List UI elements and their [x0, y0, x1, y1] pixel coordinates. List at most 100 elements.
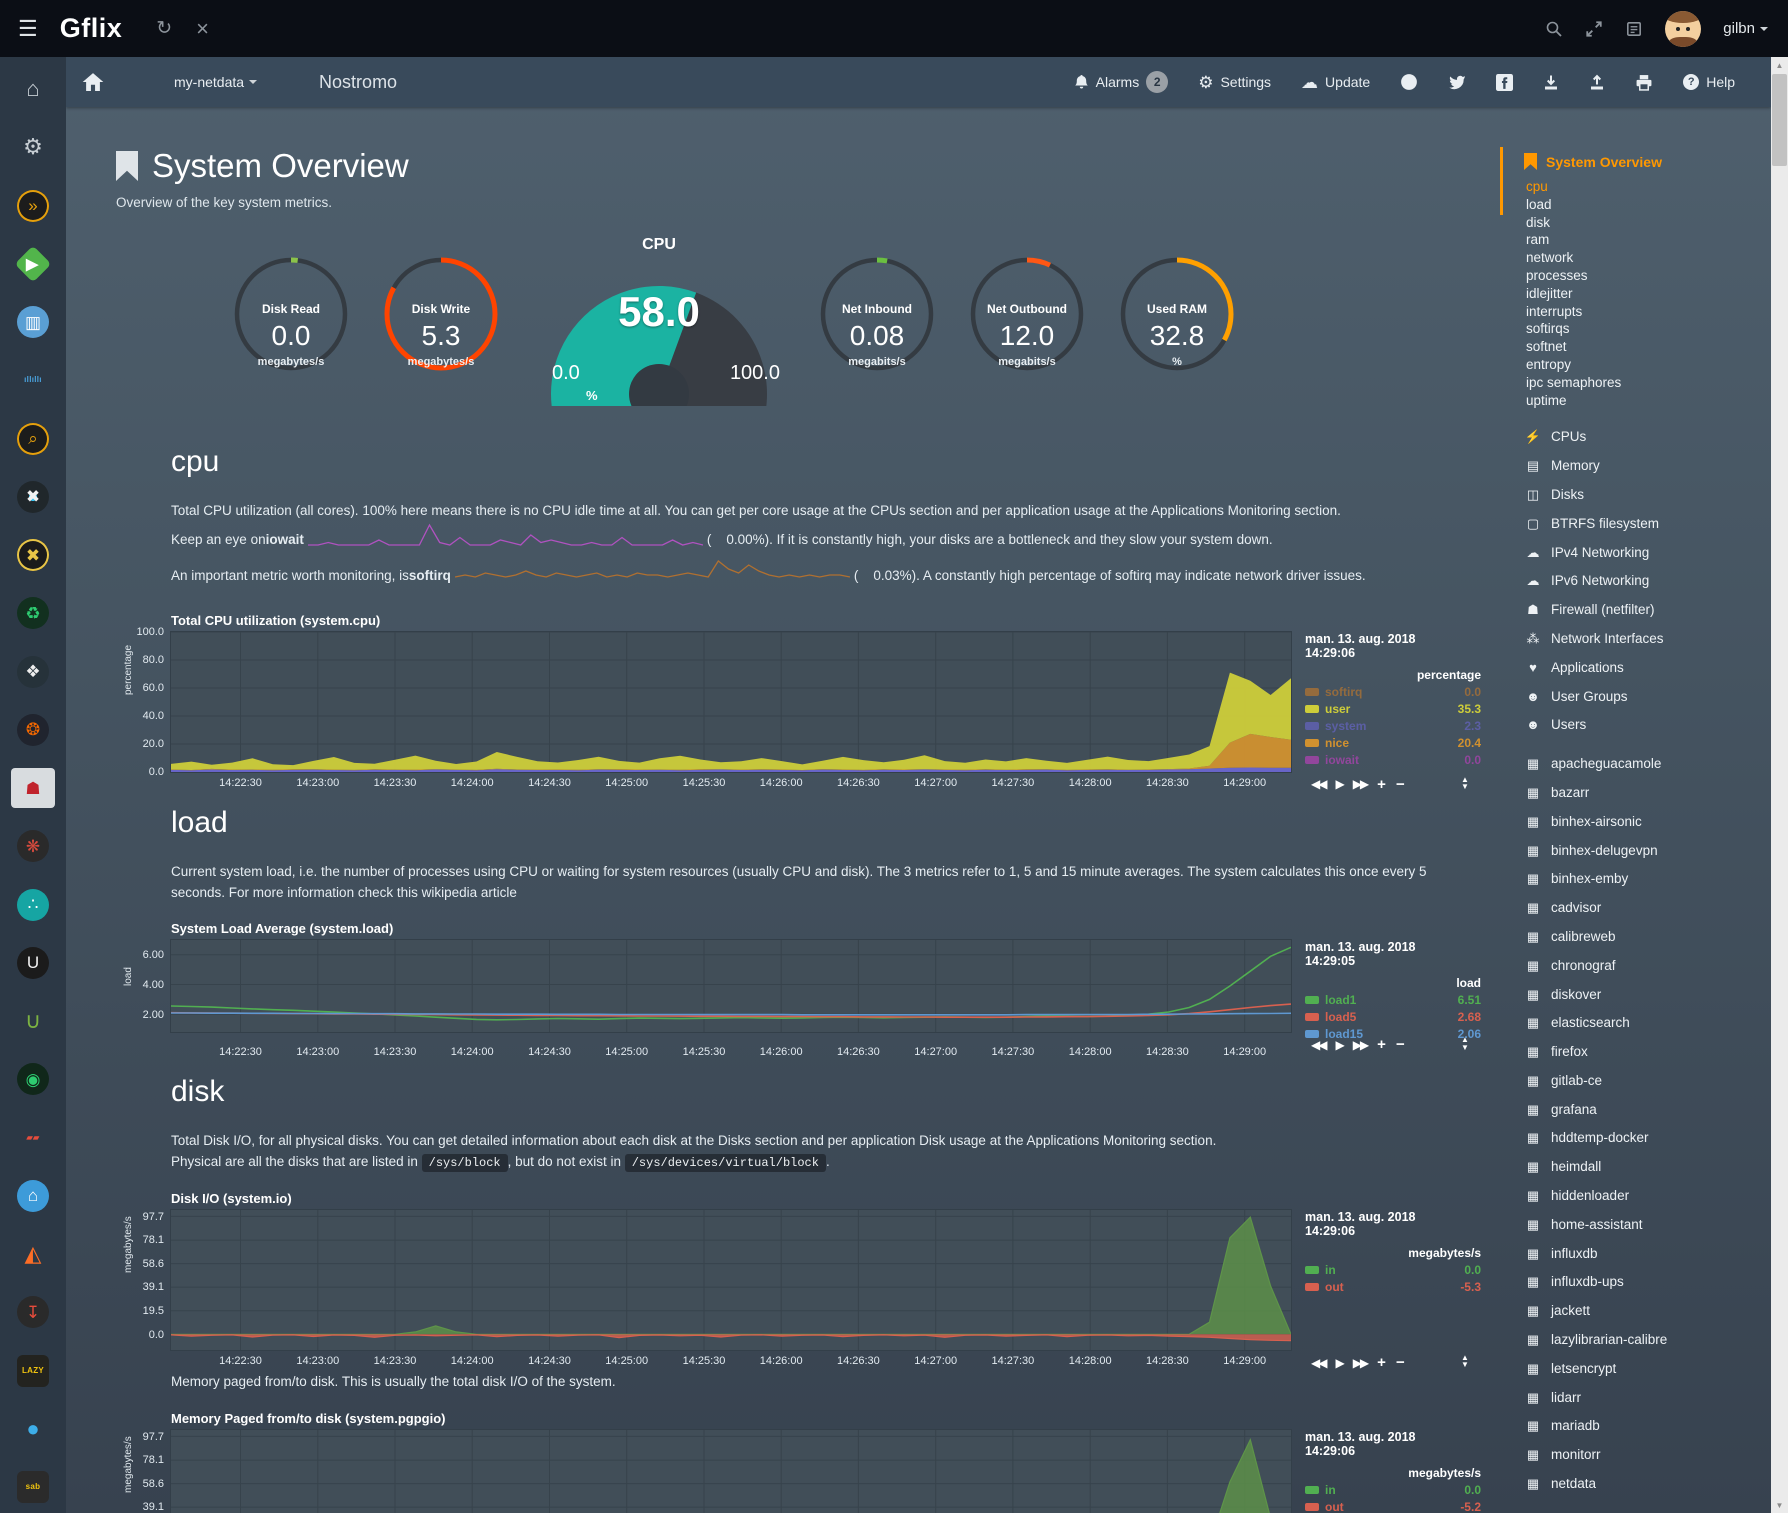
zoom-in-button[interactable]: + — [1377, 776, 1386, 793]
toc-section-ipv4-networking[interactable]: ☁IPv4 Networking — [1524, 539, 1771, 568]
toc-app-bazarr[interactable]: ▦bazarr — [1524, 779, 1771, 808]
toc-item-softirqs[interactable]: softirqs — [1526, 320, 1771, 338]
pan-left-button[interactable]: ◀◀ — [1311, 777, 1325, 791]
rail-app-chevron-icon[interactable]: » — [11, 186, 55, 226]
home-icon[interactable]: ⌂ — [11, 69, 55, 109]
toc-item-entropy[interactable]: entropy — [1526, 356, 1771, 374]
rail-app-play-diamond-icon[interactable]: ▶ — [11, 244, 55, 284]
toc-app-firefox[interactable]: ▦firefox — [1524, 1038, 1771, 1067]
legend-row-out[interactable]: out -5.3 — [1305, 1280, 1481, 1294]
legend-row-iowait[interactable]: iowait 0.0 — [1305, 753, 1481, 767]
gauge-cpu[interactable]: CPU 58.0 0.0 100.0 % — [534, 236, 784, 411]
toc-item-softnet[interactable]: softnet — [1526, 338, 1771, 356]
toc-app-apacheguacamole[interactable]: ▦apacheguacamole — [1524, 750, 1771, 779]
gauge-net-inbound[interactable]: Net Inbound 0.08 megabits/s — [802, 244, 952, 404]
zoom-in-button[interactable]: + — [1377, 1354, 1386, 1371]
toc-app-diskover[interactable]: ▦diskover — [1524, 981, 1771, 1010]
update-button[interactable]: ☁ Update — [1301, 74, 1370, 91]
toc-app-monitorr[interactable]: ▦monitorr — [1524, 1441, 1771, 1470]
settings-gear-icon[interactable]: ⚙ — [11, 127, 55, 167]
chart-plot-area[interactable] — [171, 1430, 1291, 1513]
toc-section-applications[interactable]: ♥Applications — [1524, 654, 1771, 683]
play-button[interactable]: ▶ — [1335, 1038, 1342, 1052]
rail-app-nodes-icon[interactable]: ❖ — [11, 652, 55, 692]
toc-app-binhex-delugevpn[interactable]: ▦binhex-delugevpn — [1524, 837, 1771, 866]
settings-button[interactable]: ⚙ Settings — [1198, 74, 1271, 91]
toc-item-idlejitter[interactable]: idlejitter — [1526, 285, 1771, 303]
refresh-icon[interactable]: ↻ — [156, 17, 172, 40]
toc-app-hddtemp-docker[interactable]: ▦hddtemp-docker — [1524, 1124, 1771, 1153]
rail-app-blue-house-icon[interactable]: ⌂ — [11, 1176, 55, 1216]
search-icon[interactable] — [1545, 20, 1563, 38]
rail-app-u-green-icon[interactable]: ∪ — [11, 1001, 55, 1041]
toc-header[interactable]: System Overview — [1524, 153, 1771, 170]
toc-app-grafana[interactable]: ▦grafana — [1524, 1096, 1771, 1125]
facebook-icon[interactable] — [1496, 74, 1513, 91]
legend-row-in[interactable]: in 0.0 — [1305, 1263, 1481, 1277]
toc-section-firewall-netfilter-[interactable]: ☗Firewall (netfilter) — [1524, 596, 1771, 625]
hamburger-menu-icon[interactable]: ☰ — [18, 16, 38, 42]
close-icon[interactable]: × — [196, 16, 209, 42]
toc-item-network[interactable]: network — [1526, 249, 1771, 267]
chart-resize-handle[interactable]: ▲▼ — [1461, 1036, 1469, 1050]
toc-item-uptime[interactable]: uptime — [1526, 392, 1771, 410]
toc-app-chronograf[interactable]: ▦chronograf — [1524, 952, 1771, 981]
rail-app-x-yellow-icon[interactable]: ✖ — [11, 535, 55, 575]
avatar[interactable] — [1665, 11, 1701, 47]
gauge-net-outbound[interactable]: Net Outbound 12.0 megabits/s — [952, 244, 1102, 404]
toc-app-influxdb-ups[interactable]: ▦influxdb-ups — [1524, 1268, 1771, 1297]
github-icon[interactable] — [1400, 73, 1418, 91]
rail-app-download-icon[interactable]: ↧ — [11, 1292, 55, 1332]
toc-item-disk[interactable]: disk — [1526, 214, 1771, 232]
toc-app-gitlab-ce[interactable]: ▦gitlab-ce — [1524, 1067, 1771, 1096]
user-menu[interactable]: gilbn — [1723, 20, 1768, 38]
gauge-disk-write[interactable]: Disk Write 5.3 megabytes/s — [366, 244, 516, 404]
fullscreen-icon[interactable] — [1585, 20, 1603, 38]
toc-app-mariadb[interactable]: ▦mariadb — [1524, 1412, 1771, 1441]
pan-left-button[interactable]: ◀◀ — [1311, 1038, 1325, 1052]
toc-section-network-interfaces[interactable]: ⁂Network Interfaces — [1524, 625, 1771, 654]
rail-app-x-white-icon[interactable]: ✖ — [11, 477, 55, 517]
server-dropdown[interactable]: my-netdata — [174, 74, 257, 90]
rail-app-shield-icon[interactable]: ☗ — [11, 768, 55, 808]
pan-right-button[interactable]: ▶▶ — [1353, 1356, 1367, 1370]
toc-app-letsencrypt[interactable]: ▦letsencrypt — [1524, 1355, 1771, 1384]
toc-app-lazylibrarian-calibre[interactable]: ▦lazylibrarian-calibre — [1524, 1326, 1771, 1355]
pan-left-button[interactable]: ◀◀ — [1311, 1356, 1325, 1370]
print-icon[interactable] — [1635, 74, 1653, 91]
pan-right-button[interactable]: ▶▶ — [1353, 1038, 1367, 1052]
download-icon[interactable] — [1543, 74, 1559, 91]
rail-app-fox-icon[interactable]: ◭ — [11, 1234, 55, 1274]
scrollbar-thumb[interactable] — [1772, 74, 1787, 166]
rail-app-green-circle-icon[interactable]: ◉ — [11, 1059, 55, 1099]
rail-app-grafana-icon[interactable]: ❂ — [11, 710, 55, 750]
play-button[interactable]: ▶ — [1335, 1356, 1342, 1370]
twitter-icon[interactable] — [1448, 74, 1466, 90]
gauge-disk-read[interactable]: Disk Read 0.0 megabytes/s — [216, 244, 366, 404]
chart-resize-handle[interactable]: ▲▼ — [1461, 776, 1469, 790]
toc-section-user-groups[interactable]: ☻User Groups — [1524, 683, 1771, 712]
chart-plot-area[interactable] — [171, 940, 1291, 1032]
zoom-out-button[interactable]: − — [1396, 776, 1405, 793]
toc-app-home-assistant[interactable]: ▦home-assistant — [1524, 1211, 1771, 1240]
toc-section-disks[interactable]: ◫Disks — [1524, 481, 1771, 510]
toc-app-cadvisor[interactable]: ▦cadvisor — [1524, 894, 1771, 923]
legend-row-out[interactable]: out -5.2 — [1305, 1500, 1481, 1513]
toc-app-elasticsearch[interactable]: ▦elasticsearch — [1524, 1009, 1771, 1038]
zoom-out-button[interactable]: − — [1396, 1354, 1405, 1371]
toc-app-binhex-emby[interactable]: ▦binhex-emby — [1524, 865, 1771, 894]
gauge-used-ram[interactable]: Used RAM 32.8 % — [1102, 244, 1252, 404]
toc-app-heimdall[interactable]: ▦heimdall — [1524, 1153, 1771, 1182]
toc-item-processes[interactable]: processes — [1526, 267, 1771, 285]
chart-plot-area[interactable] — [171, 1210, 1291, 1350]
rail-app-books-icon[interactable]: ▥ — [11, 302, 55, 342]
scroll-down-arrow[interactable]: ▼ — [1771, 1497, 1788, 1513]
home-icon[interactable] — [82, 72, 104, 92]
rail-app-magnifier-icon[interactable]: ⌕ — [11, 419, 55, 459]
legend-row-load5[interactable]: load5 2.68 — [1305, 1010, 1481, 1024]
vertical-scrollbar[interactable]: ▲ ▼ — [1771, 57, 1788, 1513]
toc-item-load[interactable]: load — [1526, 196, 1771, 214]
upload-icon[interactable] — [1589, 74, 1605, 91]
toc-section-cpus[interactable]: ⚡CPUs — [1524, 423, 1771, 452]
legend-row-softirq[interactable]: softirq 0.0 — [1305, 685, 1481, 699]
